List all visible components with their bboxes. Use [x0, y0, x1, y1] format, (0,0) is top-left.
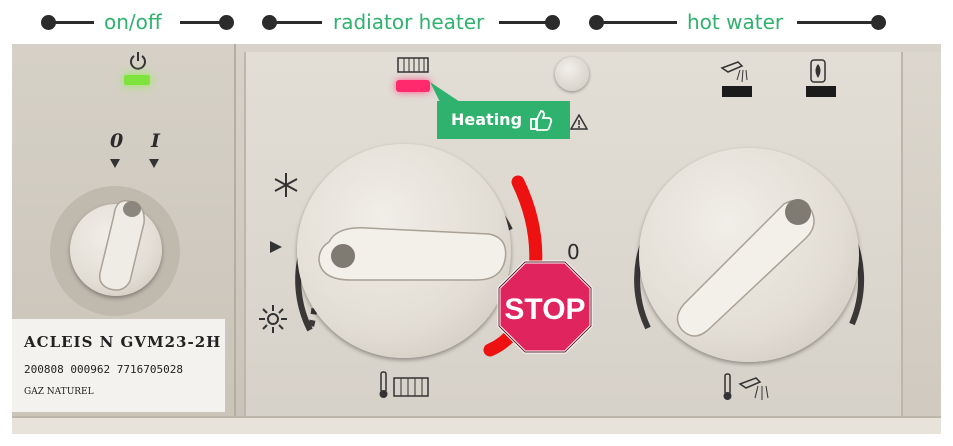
radiator-icon: [397, 57, 429, 73]
legend-bar: on/off radiator heater hot water: [0, 0, 953, 44]
legend-dot: [545, 15, 560, 30]
flame-icon: [810, 59, 826, 83]
power-icon: [130, 52, 146, 70]
switch-off-mark: 0: [110, 130, 124, 152]
pointer-icon: [270, 241, 282, 253]
model-label-plate: ACLEIS N GVM23-2H 200808 000962 77167050…: [12, 319, 225, 412]
thermometer-icon: [379, 371, 429, 398]
tap-indicator: [722, 86, 752, 97]
stop-label: STOP: [504, 293, 585, 326]
sun-icon: [259, 305, 287, 333]
bottom-trim: [12, 416, 941, 434]
switch-on-mark: I: [151, 130, 160, 152]
reset-button[interactable]: [555, 57, 589, 91]
thumbs-up-icon: [530, 110, 553, 131]
tap-icon: [720, 61, 748, 83]
legend-on-off: on/off: [104, 10, 162, 34]
model-name: ACLEIS N GVM23-2H: [24, 333, 222, 351]
heating-callout: Heating: [437, 101, 570, 139]
legend-dot: [219, 15, 234, 30]
thermometer-tap-icon: [723, 373, 769, 400]
heating-label: Heating: [451, 110, 523, 129]
left-panel-section: 0 I ACLEIS N GVM23-2H 200808 000962 7716…: [12, 44, 236, 434]
legend-line: [597, 21, 677, 24]
hot-water-knob-handle[interactable]: [652, 174, 832, 344]
arrow-down-icon: [110, 159, 120, 168]
flame-indicator: [806, 86, 836, 97]
legend-hot-water: hot water: [687, 10, 784, 34]
warning-icon: [570, 114, 588, 130]
legend-line: [50, 21, 94, 24]
legend-dot: [871, 15, 886, 30]
side-strip: [901, 52, 941, 434]
power-switch-handle[interactable]: [70, 189, 162, 299]
legend-line: [270, 21, 322, 24]
legend-radiator-heater: radiator heater: [333, 10, 485, 34]
gas-type: GAZ NATUREL: [24, 387, 94, 397]
arrow-down-icon: [149, 159, 159, 168]
snowflake-icon: [274, 173, 298, 197]
legend-line: [797, 21, 877, 24]
legend-line: [499, 21, 551, 24]
serial-number: 200808 000962 7716705028: [24, 363, 183, 376]
stop-sign: STOP: [497, 260, 593, 354]
legend-line: [180, 21, 224, 24]
power-led: [124, 75, 150, 85]
